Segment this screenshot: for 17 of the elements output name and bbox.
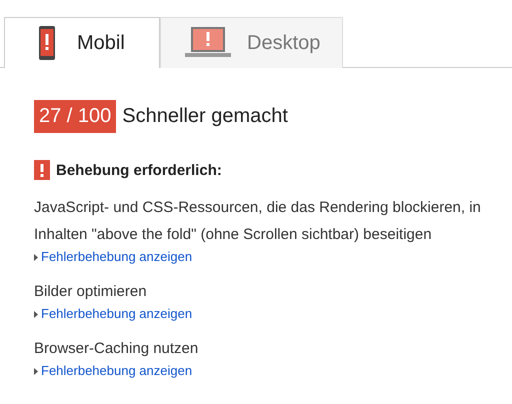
- triangle-icon: [34, 254, 38, 260]
- rule-title: JavaScript- und CSS-Ressourcen, die das Rendering blockieren, in Inhalten "above the fold" (ohne Scrollen sichtbar) beseitigen: [34, 198, 482, 245]
- rule-title: Bilder optimieren: [34, 282, 148, 302]
- section-title: Behebung erforderlich:: [56, 162, 222, 178]
- show-fix-link[interactable]: Fehlerbehebung anzeigen: [41, 305, 192, 323]
- triangle-icon: [34, 368, 38, 374]
- phone-icon: [39, 26, 55, 60]
- tab[interactable]: Desktop: [160, 17, 343, 68]
- tab[interactable]: Mobil: [4, 17, 160, 68]
- score-label: Schneller gemacht: [122, 105, 288, 128]
- score-badge: 27 / 100: [34, 100, 116, 133]
- warning-icon: [34, 160, 50, 180]
- show-fix-link[interactable]: Fehlerbehebung anzeigen: [41, 248, 192, 266]
- show-fix-link[interactable]: Fehlerbehebung anzeigen: [41, 362, 192, 380]
- rule-title: Browser-Caching nutzen: [34, 339, 200, 359]
- laptop-icon: [185, 27, 231, 59]
- triangle-icon: [34, 310, 38, 318]
